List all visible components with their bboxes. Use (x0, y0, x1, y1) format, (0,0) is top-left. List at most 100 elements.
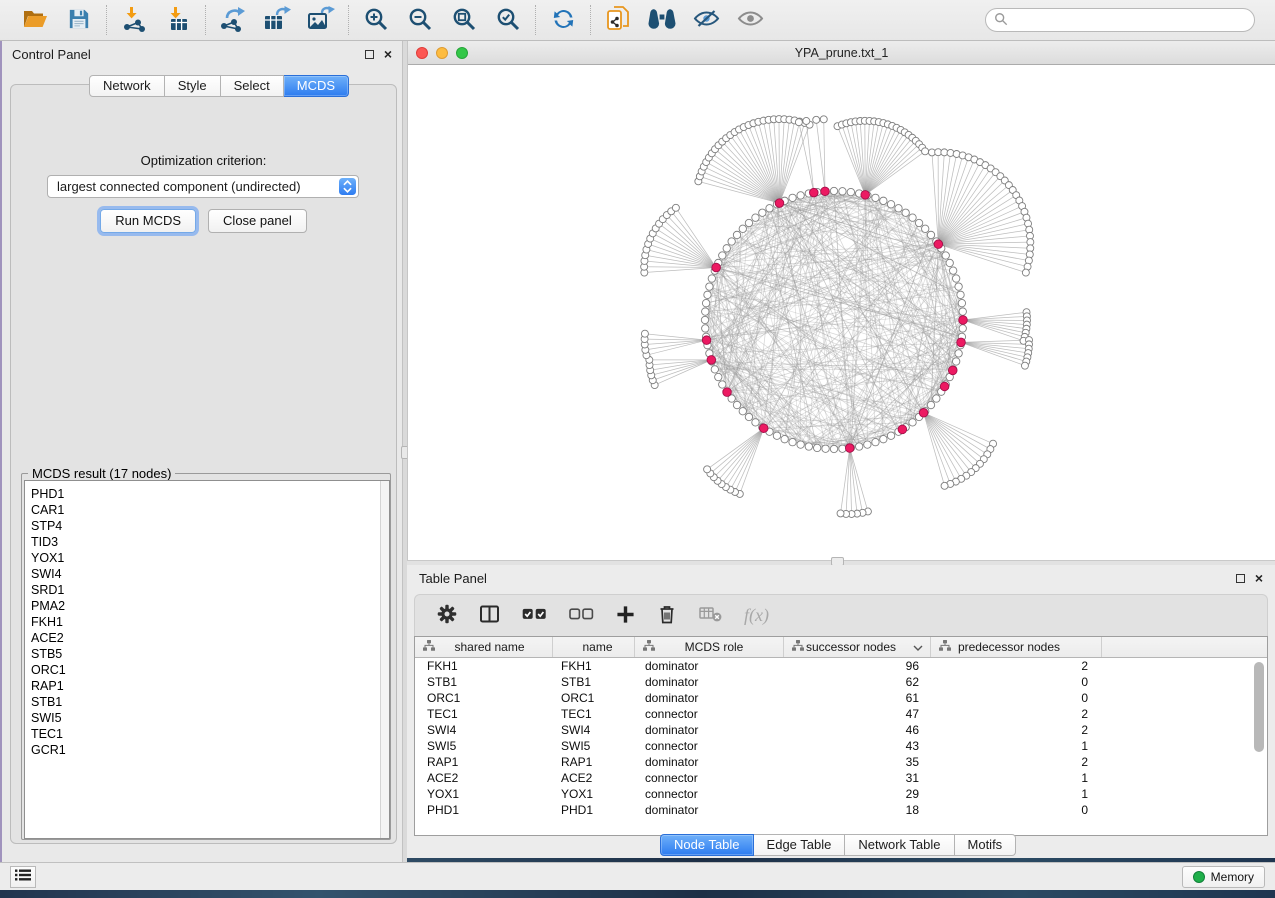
cell-successor-nodes[interactable]: 47 (784, 706, 931, 722)
task-history-button[interactable] (10, 866, 36, 888)
cell-successor-nodes[interactable]: 43 (784, 738, 931, 754)
cell-predecessor-nodes[interactable]: 1 (931, 770, 1102, 786)
export-image-button[interactable] (306, 5, 336, 35)
cell-name[interactable]: PHD1 (553, 802, 635, 818)
cell-successor-nodes[interactable]: 35 (784, 754, 931, 770)
memory-button[interactable]: Memory (1182, 866, 1265, 888)
cell-predecessor-nodes[interactable]: 0 (931, 802, 1102, 818)
search-box[interactable] (985, 8, 1255, 32)
cell-shared-name[interactable]: RAP1 (415, 754, 553, 770)
list-item[interactable]: RAP1 (31, 678, 389, 694)
close-panel-icon[interactable]: × (1255, 573, 1263, 583)
tab-node-table[interactable]: Node Table (660, 834, 754, 856)
table-settings-button[interactable] (437, 604, 457, 627)
tab-mcds[interactable]: MCDS (284, 75, 349, 97)
cell-name[interactable]: TEC1 (553, 706, 635, 722)
network-graph[interactable] (408, 65, 1275, 560)
scrollbar-thumb[interactable] (1254, 662, 1264, 752)
close-panel-button[interactable]: Close panel (208, 209, 307, 233)
cell-shared-name[interactable]: FKH1 (415, 658, 553, 674)
close-panel-icon[interactable]: × (384, 49, 392, 59)
column-header-name[interactable]: name (553, 637, 635, 657)
cell-successor-nodes[interactable]: 46 (784, 722, 931, 738)
zoom-selected-button[interactable] (493, 5, 523, 35)
cell-predecessor-nodes[interactable]: 2 (931, 722, 1102, 738)
import-network-button[interactable] (119, 5, 149, 35)
list-item[interactable]: PHD1 (31, 486, 389, 502)
cell-mcds-role[interactable]: dominator (635, 754, 784, 770)
cell-mcds-role[interactable]: connector (635, 706, 784, 722)
cell-predecessor-nodes[interactable]: 1 (931, 786, 1102, 802)
refresh-button[interactable] (548, 5, 578, 35)
zoom-in-button[interactable] (361, 5, 391, 35)
cell-shared-name[interactable]: STB1 (415, 674, 553, 690)
cell-name[interactable]: FKH1 (553, 658, 635, 674)
show-all-button[interactable] (735, 5, 765, 35)
cell-successor-nodes[interactable]: 31 (784, 770, 931, 786)
cell-mcds-role[interactable]: connector (635, 738, 784, 754)
cell-name[interactable]: ACE2 (553, 770, 635, 786)
cell-predecessor-nodes[interactable]: 0 (931, 674, 1102, 690)
cell-successor-nodes[interactable]: 62 (784, 674, 931, 690)
tab-network-table[interactable]: Network Table (845, 834, 954, 856)
list-item[interactable]: ACE2 (31, 630, 389, 646)
column-header-predecessor-nodes[interactable]: predecessor nodes (931, 637, 1102, 657)
float-panel-icon[interactable] (365, 50, 374, 59)
hide-selected-button[interactable] (691, 5, 721, 35)
export-network-button[interactable] (218, 5, 248, 35)
tab-style[interactable]: Style (165, 75, 221, 97)
tab-motifs[interactable]: Motifs (955, 834, 1017, 856)
apply-function-button[interactable]: f(x) (744, 605, 769, 626)
deselect-all-button[interactable] (569, 608, 594, 623)
list-item[interactable]: SWI4 (31, 566, 389, 582)
cell-name[interactable]: SWI5 (553, 738, 635, 754)
open-file-button[interactable] (20, 5, 50, 35)
column-header-shared-name[interactable]: shared name (415, 637, 553, 657)
list-item[interactable]: FKH1 (31, 614, 389, 630)
split-view-button[interactable] (479, 604, 500, 627)
cell-mcds-role[interactable]: connector (635, 786, 784, 802)
list-item[interactable]: SWI5 (31, 710, 389, 726)
optimization-criterion-select[interactable]: largest connected component (undirected) (47, 175, 359, 198)
cell-successor-nodes[interactable]: 18 (784, 802, 931, 818)
list-item[interactable]: PMA2 (31, 598, 389, 614)
run-mcds-button[interactable]: Run MCDS (100, 209, 196, 233)
cell-shared-name[interactable]: ORC1 (415, 690, 553, 706)
cell-shared-name[interactable]: PHD1 (415, 802, 553, 818)
list-item[interactable]: TEC1 (31, 726, 389, 742)
zoom-fit-button[interactable] (449, 5, 479, 35)
list-item[interactable]: SRD1 (31, 582, 389, 598)
cell-mcds-role[interactable]: dominator (635, 690, 784, 706)
column-header-successor-nodes[interactable]: successor nodes (784, 637, 931, 657)
cell-mcds-role[interactable]: dominator (635, 658, 784, 674)
delete-column-button[interactable] (657, 604, 677, 628)
cell-mcds-role[interactable]: dominator (635, 802, 784, 818)
import-table-button[interactable] (163, 5, 193, 35)
cell-shared-name[interactable]: YOX1 (415, 786, 553, 802)
list-item[interactable]: STP4 (31, 518, 389, 534)
cell-predecessor-nodes[interactable]: 1 (931, 738, 1102, 754)
column-header-mcds-role[interactable]: MCDS role (635, 637, 784, 657)
cell-shared-name[interactable]: ACE2 (415, 770, 553, 786)
zoom-out-button[interactable] (405, 5, 435, 35)
cell-predecessor-nodes[interactable]: 2 (931, 706, 1102, 722)
cell-name[interactable]: SWI4 (553, 722, 635, 738)
list-item[interactable]: GCR1 (31, 742, 389, 758)
delete-table-button[interactable] (699, 606, 722, 625)
find-button[interactable] (647, 5, 677, 35)
cell-successor-nodes[interactable]: 61 (784, 690, 931, 706)
list-item[interactable]: STB5 (31, 646, 389, 662)
search-input[interactable] (1013, 13, 1246, 27)
cell-successor-nodes[interactable]: 96 (784, 658, 931, 674)
tab-edge-table[interactable]: Edge Table (754, 834, 846, 856)
float-panel-icon[interactable] (1236, 574, 1245, 583)
cell-name[interactable]: YOX1 (553, 786, 635, 802)
clone-network-button[interactable] (603, 5, 633, 35)
cell-shared-name[interactable]: SWI4 (415, 722, 553, 738)
list-item[interactable]: TID3 (31, 534, 389, 550)
cell-predecessor-nodes[interactable]: 2 (931, 754, 1102, 770)
list-item[interactable]: CAR1 (31, 502, 389, 518)
cell-name[interactable]: ORC1 (553, 690, 635, 706)
cell-mcds-role[interactable]: connector (635, 770, 784, 786)
export-table-button[interactable] (262, 5, 292, 35)
